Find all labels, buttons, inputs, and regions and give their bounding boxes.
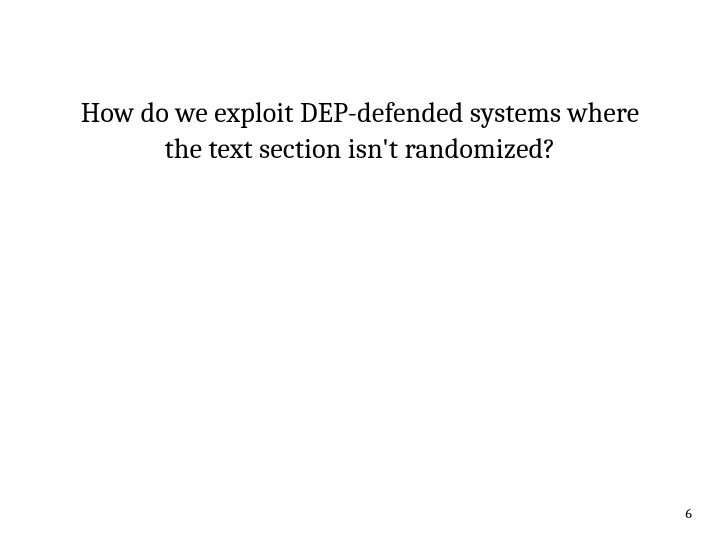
- slide: How do we exploit DEP-defended systems w…: [0, 0, 720, 540]
- slide-title: How do we exploit DEP-defended systems w…: [60, 95, 660, 168]
- page-number: 6: [685, 505, 692, 522]
